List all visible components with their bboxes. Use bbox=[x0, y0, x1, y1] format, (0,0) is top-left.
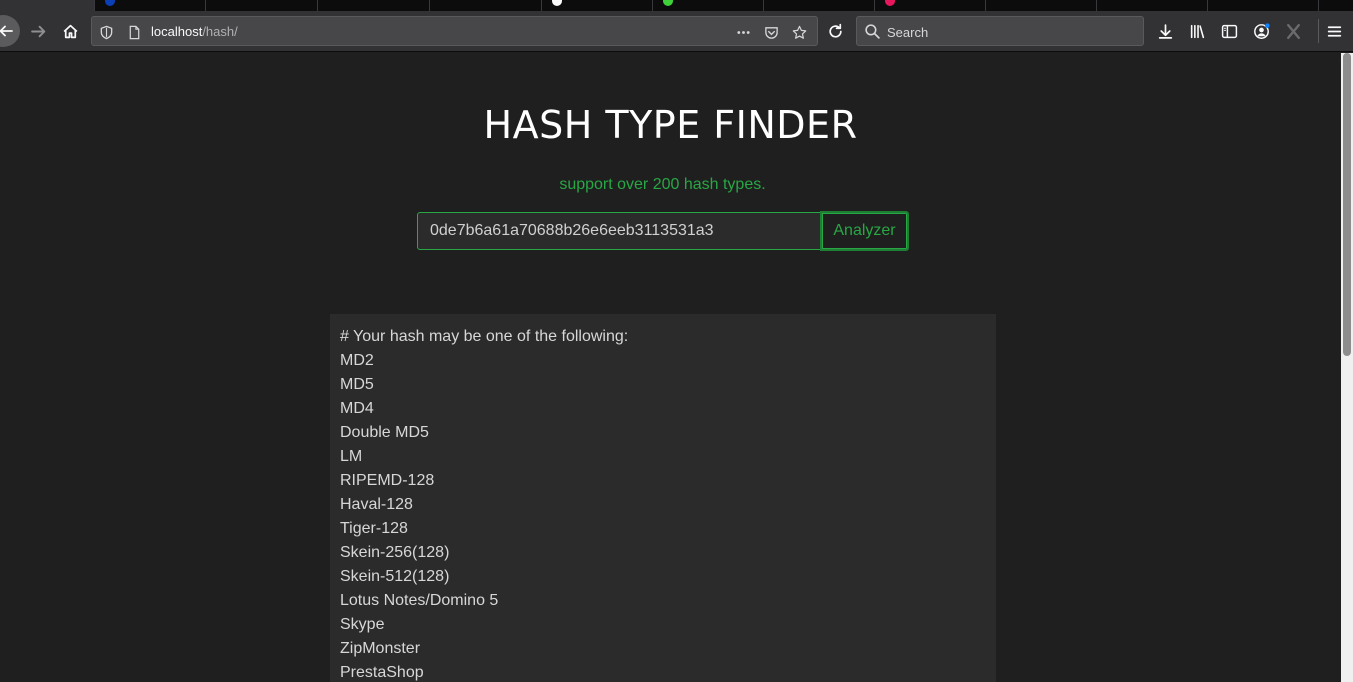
navigation-toolbar: localhost/hash/ bbox=[0, 11, 1353, 52]
scrollbar-thumb[interactable] bbox=[1343, 53, 1351, 356]
tab-5[interactable] bbox=[430, 0, 542, 11]
result-item: Skein-256(128) bbox=[340, 544, 450, 561]
sidebar-button[interactable] bbox=[1213, 15, 1245, 47]
result-item: Double MD5 bbox=[340, 424, 429, 441]
account-button[interactable] bbox=[1245, 15, 1277, 47]
tab-10[interactable] bbox=[986, 0, 1097, 11]
result-item: RIPEMD-128 bbox=[340, 472, 435, 489]
result-item: MD4 bbox=[340, 400, 374, 417]
menu-button[interactable] bbox=[1318, 15, 1350, 47]
hamburger-menu-icon bbox=[1327, 25, 1341, 37]
forward-arrow-icon bbox=[30, 25, 45, 37]
results-header: # Your hash may be one of the following: bbox=[340, 328, 629, 345]
tab-7[interactable] bbox=[653, 0, 764, 11]
reload-icon bbox=[828, 23, 842, 38]
analyze-button[interactable]: Analyzer bbox=[820, 211, 909, 251]
url-host: localhost bbox=[151, 24, 203, 39]
forward-button[interactable] bbox=[22, 15, 54, 47]
result-item: Skein-512(128) bbox=[340, 568, 450, 585]
reload-button[interactable] bbox=[819, 15, 851, 47]
tab-strip bbox=[0, 0, 1353, 11]
hash-input[interactable] bbox=[417, 212, 821, 250]
result-item: PrestaShop bbox=[340, 664, 424, 681]
downloads-button[interactable] bbox=[1149, 15, 1181, 47]
result-item: Haval-128 bbox=[340, 496, 413, 513]
tab-4[interactable] bbox=[318, 0, 430, 11]
back-arrow-icon bbox=[0, 25, 13, 37]
page-info-icon[interactable] bbox=[125, 23, 143, 41]
result-item: Lotus Notes/Domino 5 bbox=[340, 592, 499, 609]
tab-12[interactable] bbox=[1208, 0, 1319, 11]
search-icon bbox=[865, 24, 880, 39]
extension-button[interactable] bbox=[1277, 15, 1309, 47]
url-path: /hash/ bbox=[202, 24, 238, 39]
result-item: MD5 bbox=[340, 376, 374, 393]
library-icon bbox=[1190, 24, 1204, 38]
tab-8[interactable] bbox=[764, 0, 875, 11]
home-button[interactable] bbox=[54, 15, 86, 47]
url-text[interactable]: localhost/hash/ bbox=[151, 24, 238, 39]
page-title: HASH TYPE FINDER bbox=[483, 103, 858, 147]
sidebar-icon bbox=[1221, 24, 1237, 38]
result-item: ZipMonster bbox=[340, 640, 421, 657]
account-icon bbox=[1253, 22, 1270, 39]
back-button[interactable] bbox=[0, 15, 20, 47]
download-icon bbox=[1158, 23, 1172, 39]
search-bar[interactable] bbox=[856, 16, 1144, 46]
pocket-icon[interactable] bbox=[762, 23, 780, 41]
tab-3[interactable] bbox=[206, 0, 318, 11]
result-item: LM bbox=[340, 448, 363, 465]
page-actions-icon[interactable] bbox=[734, 23, 752, 41]
search-input[interactable] bbox=[887, 23, 1127, 41]
shield-icon[interactable] bbox=[97, 23, 115, 41]
home-icon bbox=[63, 24, 77, 38]
tab-active[interactable] bbox=[0, 0, 95, 11]
tab-9[interactable] bbox=[875, 0, 986, 11]
page-content: HASH TYPE FINDER support over 200 hash t… bbox=[0, 53, 1341, 682]
tab-6[interactable] bbox=[542, 0, 653, 11]
bookmark-star-icon[interactable] bbox=[790, 23, 808, 41]
result-item: Skype bbox=[340, 616, 385, 633]
address-bar[interactable]: localhost/hash/ bbox=[91, 16, 818, 46]
result-item: MD2 bbox=[340, 352, 374, 369]
tab-11[interactable] bbox=[1097, 0, 1208, 11]
results-panel: # Your hash may be one of the following:… bbox=[330, 314, 996, 682]
page-subtitle: support over 200 hash types. bbox=[559, 176, 766, 193]
library-button[interactable] bbox=[1181, 15, 1213, 47]
result-item: Tiger-128 bbox=[340, 520, 408, 537]
extension-x-icon bbox=[1286, 23, 1300, 39]
tab-2[interactable] bbox=[95, 0, 206, 11]
